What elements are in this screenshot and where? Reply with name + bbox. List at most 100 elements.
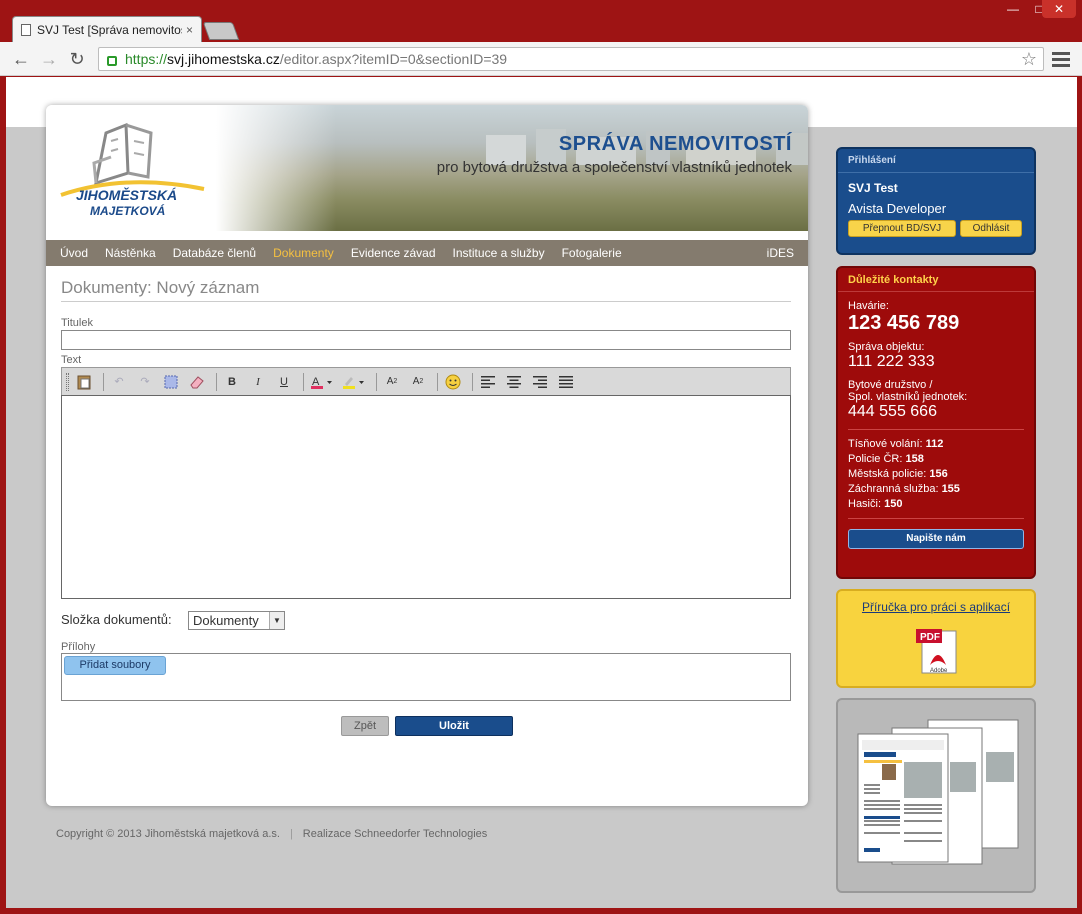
- toolbar-separator: [216, 372, 217, 391]
- emergency-line: Záchranná služba: 155: [848, 483, 960, 495]
- login-panel: Přihlášení SVJ Test Avista Developer Pře…: [836, 147, 1036, 255]
- site-title: SPRÁVA NEMOVITOSTÍ: [558, 133, 792, 155]
- svg-text:Adobe: Adobe: [930, 668, 948, 674]
- footer: Copyright © 2013 Jihoměstská majetková a…: [56, 828, 487, 840]
- url-scheme: https://: [125, 51, 168, 67]
- save-button[interactable]: Uložit: [395, 716, 513, 736]
- editor-toolbar: ↶ ↷ B I U A A2 A2: [61, 367, 791, 395]
- nav-item-dokumenty[interactable]: Dokumenty: [273, 246, 334, 260]
- page-title: Dokumenty: Nový záznam: [61, 278, 260, 297]
- logo-line1: JIHOMĚSTSKÁ: [76, 187, 178, 203]
- smiley-icon[interactable]: [442, 371, 464, 393]
- nav-item-fotogalerie[interactable]: Fotogalerie: [562, 246, 622, 260]
- nav-item-databaze-clenu[interactable]: Databáze členů: [173, 246, 256, 260]
- superscript-icon[interactable]: A2: [407, 371, 429, 393]
- tab-title: SVJ Test [Správa nemovitosti: [37, 22, 182, 37]
- back-button[interactable]: Zpět: [341, 716, 389, 736]
- reload-icon[interactable]: ↻: [66, 48, 88, 70]
- underline-icon[interactable]: U: [273, 371, 295, 393]
- bd-number: 444 555 666: [848, 403, 937, 420]
- toolbar-separator: [437, 372, 438, 391]
- menu-icon[interactable]: [1052, 49, 1070, 69]
- forward-arrow-icon[interactable]: →: [38, 48, 60, 70]
- title-divider: [61, 301, 791, 302]
- magazine-cover-icon: [857, 719, 1019, 865]
- align-right-icon[interactable]: [529, 371, 551, 393]
- align-center-icon[interactable]: [503, 371, 525, 393]
- bd-label-2: Spol. vlastníků jednotek:: [848, 391, 968, 403]
- attachments-box: Přidat soubory: [61, 653, 791, 701]
- emergency-line: Hasiči: 150: [848, 498, 903, 510]
- browser-tab[interactable]: SVJ Test [Správa nemovitosti ×: [12, 16, 202, 42]
- close-window-icon[interactable]: ✕: [1042, 0, 1076, 18]
- browser-titlebar: SVJ Test [Správa nemovitosti × — □ ✕: [0, 0, 1082, 42]
- guide-link[interactable]: Příručka pro práci s aplikací: [838, 600, 1034, 614]
- infoservis-magazine-panel[interactable]: [836, 698, 1036, 893]
- italic-icon[interactable]: I: [247, 371, 269, 393]
- site-header: JIHOMĚSTSKÁ MAJETKOVÁ SPRÁVA NEMOVITOSTÍ…: [46, 105, 808, 240]
- havarie-label: Havárie:: [848, 300, 889, 312]
- bookmark-star-icon[interactable]: ☆: [1021, 49, 1037, 70]
- nav-item-nastenka[interactable]: Nástěnka: [105, 246, 156, 260]
- title-input[interactable]: [61, 330, 791, 350]
- eraser-icon[interactable]: [186, 371, 208, 393]
- toolbar-separator: [103, 372, 104, 391]
- sprava-label: Správa objektu:: [848, 341, 925, 353]
- nav-item-ides[interactable]: iDES: [767, 246, 794, 260]
- logout-button[interactable]: Odhlásit: [960, 220, 1022, 237]
- text-color-icon[interactable]: A: [308, 371, 336, 393]
- new-tab-button[interactable]: [202, 22, 240, 40]
- minimize-icon[interactable]: —: [1000, 0, 1026, 18]
- subscript-icon[interactable]: A2: [381, 371, 403, 393]
- url-path: /editor.aspx?itemID=0&sectionID=39: [279, 51, 508, 67]
- folder-select[interactable]: Dokumenty ▼: [188, 611, 285, 630]
- bold-icon[interactable]: B: [221, 371, 243, 393]
- document-icon: [21, 23, 31, 36]
- highlight-color-icon[interactable]: [340, 371, 368, 393]
- write-to-us-button[interactable]: Napište nám: [848, 529, 1024, 549]
- toolbar-separator: [376, 372, 377, 391]
- chevron-down-icon: ▼: [269, 612, 284, 629]
- nav-item-evidence-zavad[interactable]: Evidence závad: [351, 246, 436, 260]
- attachments-label: Přílohy: [61, 641, 96, 653]
- login-header: Přihlášení: [838, 149, 1034, 173]
- sprava-number: 111 222 333: [848, 353, 935, 370]
- toolbar-separator: [472, 372, 473, 391]
- login-org: Avista Developer: [848, 201, 947, 216]
- contacts-divider: [848, 518, 1024, 519]
- contacts-panel: Důležité kontakty Havárie: 123 456 789 S…: [836, 266, 1036, 579]
- title-label: Titulek: [61, 317, 93, 329]
- align-justify-icon[interactable]: [555, 371, 577, 393]
- nav-item-instituce-a-sluzby[interactable]: Instituce a služby: [453, 246, 545, 260]
- page-viewport: JIHOMĚSTSKÁ MAJETKOVÁ SPRÁVA NEMOVITOSTÍ…: [6, 77, 1077, 908]
- emergency-line: Policie ČR: 158: [848, 453, 924, 465]
- tab-close-icon[interactable]: ×: [186, 23, 193, 37]
- url-host: svj.jihomestska.cz: [167, 51, 280, 67]
- footer-separator: |: [289, 828, 293, 840]
- realization-link[interactable]: Realizace Schneedorfer Technologies: [303, 828, 487, 840]
- browser-toolbar: ← → ↻ https:// svj.jihomestska.cz /edito…: [0, 42, 1082, 76]
- address-bar[interactable]: https:// svj.jihomestska.cz /editor.aspx…: [98, 47, 1044, 71]
- paste-icon[interactable]: [73, 371, 95, 393]
- switch-bd-svj-button[interactable]: Přepnout BD/SVJ: [848, 220, 956, 237]
- bd-label-1: Bytové družstvo /: [848, 379, 933, 391]
- redo-icon[interactable]: ↷: [134, 371, 156, 393]
- add-files-button[interactable]: Přidat soubory: [64, 656, 166, 675]
- guide-panel: Příručka pro práci s aplikací PDF Adobe: [836, 589, 1036, 688]
- contacts-divider: [848, 429, 1024, 430]
- logo-line2: MAJETKOVÁ: [90, 204, 166, 218]
- contacts-header: Důležité kontakty: [838, 268, 1034, 292]
- folder-label: Složka dokumentů:: [61, 612, 172, 627]
- select-all-icon[interactable]: [160, 371, 182, 393]
- pdf-icon[interactable]: PDF Adobe: [914, 627, 960, 675]
- main-card: JIHOMĚSTSKÁ MAJETKOVÁ SPRÁVA NEMOVITOSTÍ…: [46, 105, 808, 806]
- back-arrow-icon[interactable]: ←: [10, 48, 32, 70]
- undo-icon[interactable]: ↶: [108, 371, 130, 393]
- svg-text:PDF: PDF: [920, 632, 940, 643]
- nav-item-uvod[interactable]: Úvod: [60, 246, 88, 260]
- text-editor-area[interactable]: [61, 395, 791, 599]
- banner-fade: [216, 105, 336, 231]
- toolbar-separator: [303, 372, 304, 391]
- align-left-icon[interactable]: [477, 371, 499, 393]
- havarie-number: 123 456 789: [848, 312, 960, 334]
